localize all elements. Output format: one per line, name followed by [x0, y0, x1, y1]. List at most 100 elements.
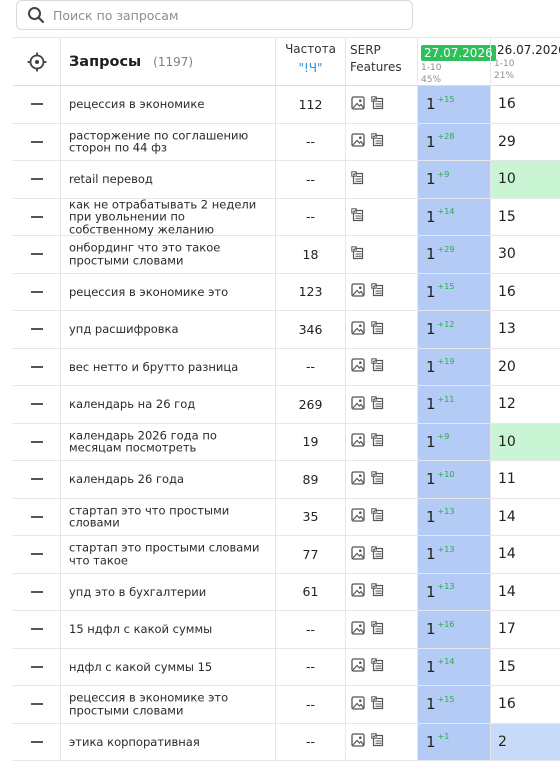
table-row[interactable]: стартап это что простыми словами 35 1 +13 14 [13, 498, 560, 536]
position-previous-cell[interactable]: 30 [490, 236, 560, 273]
table-row[interactable]: 15 ндфл с какой суммы -- 1 +16 17 [13, 611, 560, 649]
row-toggle-cell[interactable] [13, 686, 60, 723]
position-current-cell[interactable]: 1 +11 [417, 386, 490, 423]
dash-icon[interactable] [30, 103, 43, 106]
image-icon[interactable] [351, 320, 365, 339]
position-previous-cell[interactable]: 11 [490, 461, 560, 498]
row-toggle-cell[interactable] [13, 649, 60, 686]
dash-icon[interactable] [30, 665, 43, 668]
position-previous-cell[interactable]: 14 [490, 536, 560, 573]
query-cell[interactable]: retail перевод [60, 161, 275, 198]
image-icon[interactable] [351, 357, 365, 376]
query-text[interactable]: онбординг что это такое простыми словами [69, 242, 267, 267]
frequency-type-link[interactable]: "!Ч" [276, 61, 345, 75]
table-row[interactable]: календарь на 26 год 269 1 +11 12 [13, 386, 560, 424]
dash-icon[interactable] [30, 290, 43, 293]
news-icon[interactable] [371, 432, 385, 451]
position-previous-cell[interactable]: 12 [490, 386, 560, 423]
row-toggle-cell[interactable] [13, 386, 60, 423]
date-previous-label[interactable]: 26.07.2026 [494, 42, 560, 57]
position-previous-cell[interactable]: 2 [490, 723, 560, 760]
query-text[interactable]: календарь 26 года [69, 473, 267, 486]
query-text[interactable]: вес нетто и брутто разница [69, 360, 267, 374]
search-box[interactable] [16, 0, 413, 30]
queries-column-header[interactable]: Запросы (1197) [60, 38, 275, 85]
position-previous-cell[interactable]: 15 [490, 198, 560, 235]
query-text[interactable]: упд расшифровка [69, 323, 267, 336]
query-text[interactable]: retail перевод [69, 173, 267, 186]
image-icon[interactable] [351, 582, 365, 601]
position-current-cell[interactable]: 1 +10 [417, 461, 490, 498]
date-column-previous[interactable]: 26.07.2026 1-10 21% [490, 38, 560, 85]
dash-icon[interactable] [30, 590, 43, 593]
news-icon[interactable] [351, 170, 365, 189]
image-icon[interactable] [351, 282, 365, 301]
table-row[interactable]: ндфл с какой суммы 15 -- 1 +14 15 [13, 648, 560, 686]
query-text[interactable]: 15 ндфл с какой суммы [69, 623, 267, 636]
dash-icon[interactable] [30, 628, 43, 631]
table-row[interactable]: рецессия в экономике 112 1 +15 16 [13, 86, 560, 124]
image-icon[interactable] [351, 432, 365, 451]
crosshair-icon[interactable] [27, 52, 47, 72]
image-icon[interactable] [351, 395, 365, 414]
table-row[interactable]: рецессия в экономике это 123 1 +15 16 [13, 273, 560, 311]
image-icon[interactable] [351, 470, 365, 489]
row-toggle-cell[interactable] [13, 161, 60, 198]
image-icon[interactable] [351, 732, 365, 751]
position-previous-cell[interactable]: 29 [490, 123, 560, 160]
table-row[interactable]: стартап это простыми словами что такое 77… [13, 536, 560, 574]
news-icon[interactable] [371, 695, 385, 714]
position-current-cell[interactable]: 1 +15 [417, 686, 490, 723]
position-previous-cell[interactable]: 17 [490, 611, 560, 648]
query-cell[interactable]: календарь 2026 года по месяцам посмотрет… [60, 423, 275, 460]
news-icon[interactable] [371, 620, 385, 639]
dash-icon[interactable] [30, 253, 43, 256]
table-row[interactable]: расторжение по соглашению сторон по 44 ф… [13, 123, 560, 161]
row-toggle-cell[interactable] [13, 574, 60, 611]
dash-icon[interactable] [30, 403, 43, 406]
table-row[interactable]: вес нетто и брутто разница -- 1 +19 20 [13, 348, 560, 386]
position-current-cell[interactable]: 1 +9 [417, 423, 490, 460]
row-toggle-cell[interactable] [13, 499, 60, 536]
query-text[interactable]: стартап это что простыми словами [69, 504, 267, 529]
table-row[interactable]: упд это в бухгалтерии 61 1 +13 14 [13, 573, 560, 611]
table-row[interactable]: календарь 26 года 89 1 +10 11 [13, 461, 560, 499]
row-toggle-cell[interactable] [13, 461, 60, 498]
dash-icon[interactable] [30, 740, 43, 743]
query-cell[interactable]: стартап это что простыми словами [60, 498, 275, 535]
position-previous-cell[interactable]: 14 [490, 573, 560, 610]
table-row[interactable]: retail перевод -- 1 +9 10 [13, 161, 560, 199]
row-toggle-cell[interactable] [13, 349, 60, 386]
query-cell[interactable]: ндфл с какой суммы 15 [60, 648, 275, 685]
image-icon[interactable] [351, 507, 365, 526]
position-current-cell[interactable]: 1 +16 [417, 611, 490, 648]
news-icon[interactable] [371, 357, 385, 376]
table-row[interactable]: онбординг что это такое простыми словами… [13, 236, 560, 274]
dash-icon[interactable] [30, 328, 43, 331]
frequency-column-header[interactable]: Частота "!Ч" [275, 38, 345, 85]
query-text[interactable]: расторжение по соглашению сторон по 44 ф… [69, 129, 267, 154]
position-previous-cell[interactable]: 15 [490, 648, 560, 685]
query-cell[interactable]: упд это в бухгалтерии [60, 573, 275, 610]
position-previous-cell[interactable]: 14 [490, 498, 560, 535]
position-current-cell[interactable]: 1 +1 [417, 723, 490, 760]
row-toggle-cell[interactable] [13, 199, 60, 236]
dash-icon[interactable] [30, 440, 43, 443]
table-row[interactable]: календарь 2026 года по месяцам посмотрет… [13, 423, 560, 461]
table-row[interactable]: этика корпоративная -- 1 +1 2 [13, 723, 560, 761]
target-cell[interactable] [13, 38, 60, 85]
query-text[interactable]: рецессия в экономике [69, 98, 267, 111]
dash-icon[interactable] [30, 365, 43, 368]
table-row[interactable]: как не отрабатывать 2 недели при увольне… [13, 198, 560, 236]
query-text[interactable]: ндфл с какой суммы 15 [69, 660, 267, 674]
position-current-cell[interactable]: 1 +14 [417, 198, 490, 235]
query-cell[interactable]: онбординг что это такое простыми словами [60, 236, 275, 273]
row-toggle-cell[interactable] [13, 86, 60, 123]
position-current-cell[interactable]: 1 +29 [417, 236, 490, 273]
news-icon[interactable] [351, 207, 365, 226]
position-previous-cell[interactable]: 16 [490, 686, 560, 723]
query-text[interactable]: календарь на 26 год [69, 398, 267, 411]
row-toggle-cell[interactable] [13, 536, 60, 573]
row-toggle-cell[interactable] [13, 274, 60, 311]
position-current-cell[interactable]: 1 +9 [417, 161, 490, 198]
